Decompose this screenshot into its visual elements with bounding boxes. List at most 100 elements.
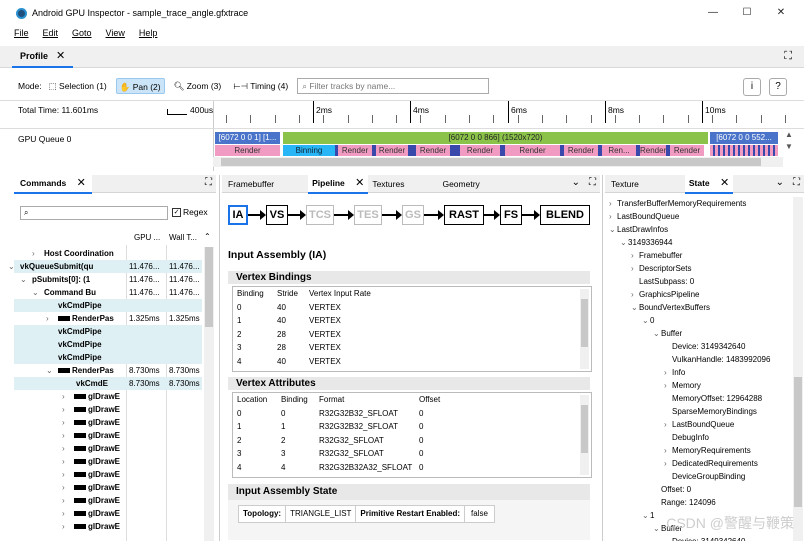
state-tree-item[interactable]: › Memory xyxy=(664,379,701,392)
command-row[interactable]: vkCmdPipe xyxy=(14,325,202,338)
chevron-right-icon[interactable]: › xyxy=(62,390,65,403)
span-render[interactable]: Render xyxy=(460,145,500,156)
state-tree-item[interactable]: ⌄LastDrawInfos xyxy=(609,223,668,236)
chevron-right-icon[interactable]: › xyxy=(664,366,672,379)
table-row[interactable]: 3 28 VERTEX xyxy=(233,341,591,355)
filter-tracks-input[interactable]: ⌕ Filter tracks by name... xyxy=(297,78,490,94)
chevron-down-icon[interactable]: ⌄ xyxy=(46,364,53,377)
chevron-right-icon[interactable]: › xyxy=(664,418,672,431)
chevron-down-icon[interactable]: ⌄ xyxy=(8,260,15,273)
chevron-right-icon[interactable]: › xyxy=(631,249,639,262)
state-tree-item[interactable]: Device: 3149342640 xyxy=(664,535,745,541)
column-header[interactable]: Offset xyxy=(419,393,440,407)
stage-tes[interactable]: TES xyxy=(354,205,382,225)
command-row[interactable]: ⌄ vkQueueSubmit(qu 11.476... 11.476... xyxy=(8,260,202,273)
chevron-down-icon[interactable]: ⌄ xyxy=(642,509,650,522)
mode-selection-button[interactable]: ⬚ Selection (1) xyxy=(46,78,110,94)
span-render[interactable]: Render xyxy=(640,145,666,156)
state-tree-item[interactable]: ⌄3149336944 xyxy=(620,236,673,249)
command-row[interactable]: › glDrawE xyxy=(14,442,202,455)
chevron-right-icon[interactable]: › xyxy=(62,468,65,481)
table-row[interactable]: 2 28 VERTEX xyxy=(233,328,591,342)
tab-state[interactable]: State ✕ xyxy=(684,173,734,194)
timeline-hscrollbar[interactable] xyxy=(213,157,783,167)
close-icon[interactable]: ✕ xyxy=(56,50,65,62)
chevron-right-icon[interactable]: › xyxy=(62,520,65,533)
chevron-down-icon[interactable]: ⌄ xyxy=(653,327,661,340)
scroll-thumb[interactable] xyxy=(794,377,802,507)
span-renderpass-2[interactable]: [6072 0 0 866] (1520x720) xyxy=(283,132,708,144)
column-header[interactable]: Location xyxy=(237,393,267,407)
info-button[interactable]: i xyxy=(743,78,761,96)
tab-commands[interactable]: Commands ✕ xyxy=(14,173,92,194)
state-vscroll[interactable] xyxy=(793,197,803,541)
chevron-down-icon[interactable]: ⌄ xyxy=(776,177,784,188)
maximize-button[interactable]: ☐ xyxy=(740,6,754,20)
tab-texture[interactable]: Texture xyxy=(605,175,645,193)
state-tree-item[interactable]: Range: 124096 xyxy=(653,496,716,509)
state-tree-item[interactable]: › LastBoundQueue xyxy=(609,210,679,223)
close-icon[interactable]: ✕ xyxy=(720,177,729,189)
commands-vscroll[interactable] xyxy=(204,247,214,541)
close-icon[interactable]: ✕ xyxy=(77,177,86,189)
span-render[interactable]: Render xyxy=(505,145,560,156)
command-row[interactable]: › glDrawE xyxy=(14,390,202,403)
chevron-down-icon[interactable]: ⌄ xyxy=(631,301,639,314)
command-row[interactable]: › glDrawE xyxy=(14,455,202,468)
column-header[interactable]: Vertex Input Rate xyxy=(309,287,371,301)
column-header[interactable]: Binding xyxy=(237,287,264,301)
state-tree-item[interactable]: LastSubpass: 0 xyxy=(631,275,694,288)
chevron-right-icon[interactable]: › xyxy=(631,262,639,275)
chevron-right-icon[interactable]: › xyxy=(62,455,65,468)
column-header[interactable]: Binding xyxy=(281,393,308,407)
fullscreen-icon[interactable]: ⛶ xyxy=(589,177,596,188)
chevron-right-icon[interactable]: › xyxy=(62,507,65,520)
span-render[interactable]: Render xyxy=(338,145,372,156)
state-tree-item[interactable]: ⌄0 xyxy=(642,314,654,327)
command-row[interactable]: › RenderPas 1.325ms 1.325ms xyxy=(14,312,202,325)
mode-timing-button[interactable]: ⊢⊣ Timing (4) xyxy=(230,78,291,94)
table-vscroll[interactable] xyxy=(580,395,589,475)
command-row[interactable]: vkCmdPipe xyxy=(14,351,202,364)
command-row[interactable]: › glDrawE xyxy=(14,481,202,494)
stage-fs[interactable]: FS xyxy=(500,205,522,225)
stage-blend[interactable]: BLEND xyxy=(540,205,590,225)
chevron-right-icon[interactable]: › xyxy=(664,379,672,392)
stage-rast[interactable]: RAST xyxy=(444,205,484,225)
scroll-up-icon[interactable]: ⌃ xyxy=(204,232,211,241)
command-row[interactable]: › glDrawE xyxy=(14,494,202,507)
menu-view[interactable]: View xyxy=(106,28,125,38)
command-row[interactable]: › glDrawE xyxy=(14,468,202,481)
span-render[interactable]: Render xyxy=(416,145,450,156)
chevron-down-icon[interactable]: ⌄ xyxy=(620,236,628,249)
command-row[interactable]: vkCmdPipe xyxy=(14,299,202,312)
table-row[interactable]: 0 0 R32G32B32_SFLOAT 0 xyxy=(233,407,591,421)
state-tree-item[interactable]: ⌄BoundVertexBuffers xyxy=(631,301,710,314)
command-row[interactable]: › glDrawE xyxy=(14,416,202,429)
span-render[interactable]: Render xyxy=(215,145,280,156)
span-binning[interactable]: Binning xyxy=(283,145,335,156)
close-window-button[interactable]: ✕ xyxy=(774,6,788,20)
span-render[interactable]: Render xyxy=(564,145,598,156)
stage-vs[interactable]: VS xyxy=(266,205,288,225)
state-tree-item[interactable]: ⌄1 xyxy=(642,509,654,522)
table-row[interactable]: 0 40 VERTEX xyxy=(233,301,591,315)
command-row[interactable]: › glDrawE xyxy=(14,429,202,442)
column-header[interactable]: Format xyxy=(319,393,344,407)
command-search-input[interactable]: ⌕ xyxy=(20,206,168,220)
chevron-right-icon[interactable]: › xyxy=(62,429,65,442)
command-row[interactable]: › glDrawE xyxy=(14,403,202,416)
menu-goto[interactable]: Goto xyxy=(72,28,92,38)
col-gpu-time[interactable]: GPU ... xyxy=(134,233,160,242)
state-tree-item[interactable]: › TransferBufferMemoryRequirements xyxy=(609,197,746,210)
chevron-down-icon[interactable]: ⌄ xyxy=(32,286,39,299)
state-tree-item[interactable]: › LastBoundQueue xyxy=(664,418,734,431)
fullscreen-icon[interactable]: ⛶ xyxy=(784,50,792,63)
chevron-right-icon[interactable]: › xyxy=(609,210,617,223)
col-wall-time[interactable]: Wall T... xyxy=(169,233,197,242)
column-header[interactable]: Stride xyxy=(277,287,298,301)
mode-zoom-button[interactable]: 🔍︎ Zoom (3) xyxy=(171,78,225,94)
scroll-thumb[interactable] xyxy=(221,158,761,166)
regex-checkbox[interactable]: ✓ Regex xyxy=(172,207,208,217)
command-row[interactable]: vkCmdPipe xyxy=(14,338,202,351)
